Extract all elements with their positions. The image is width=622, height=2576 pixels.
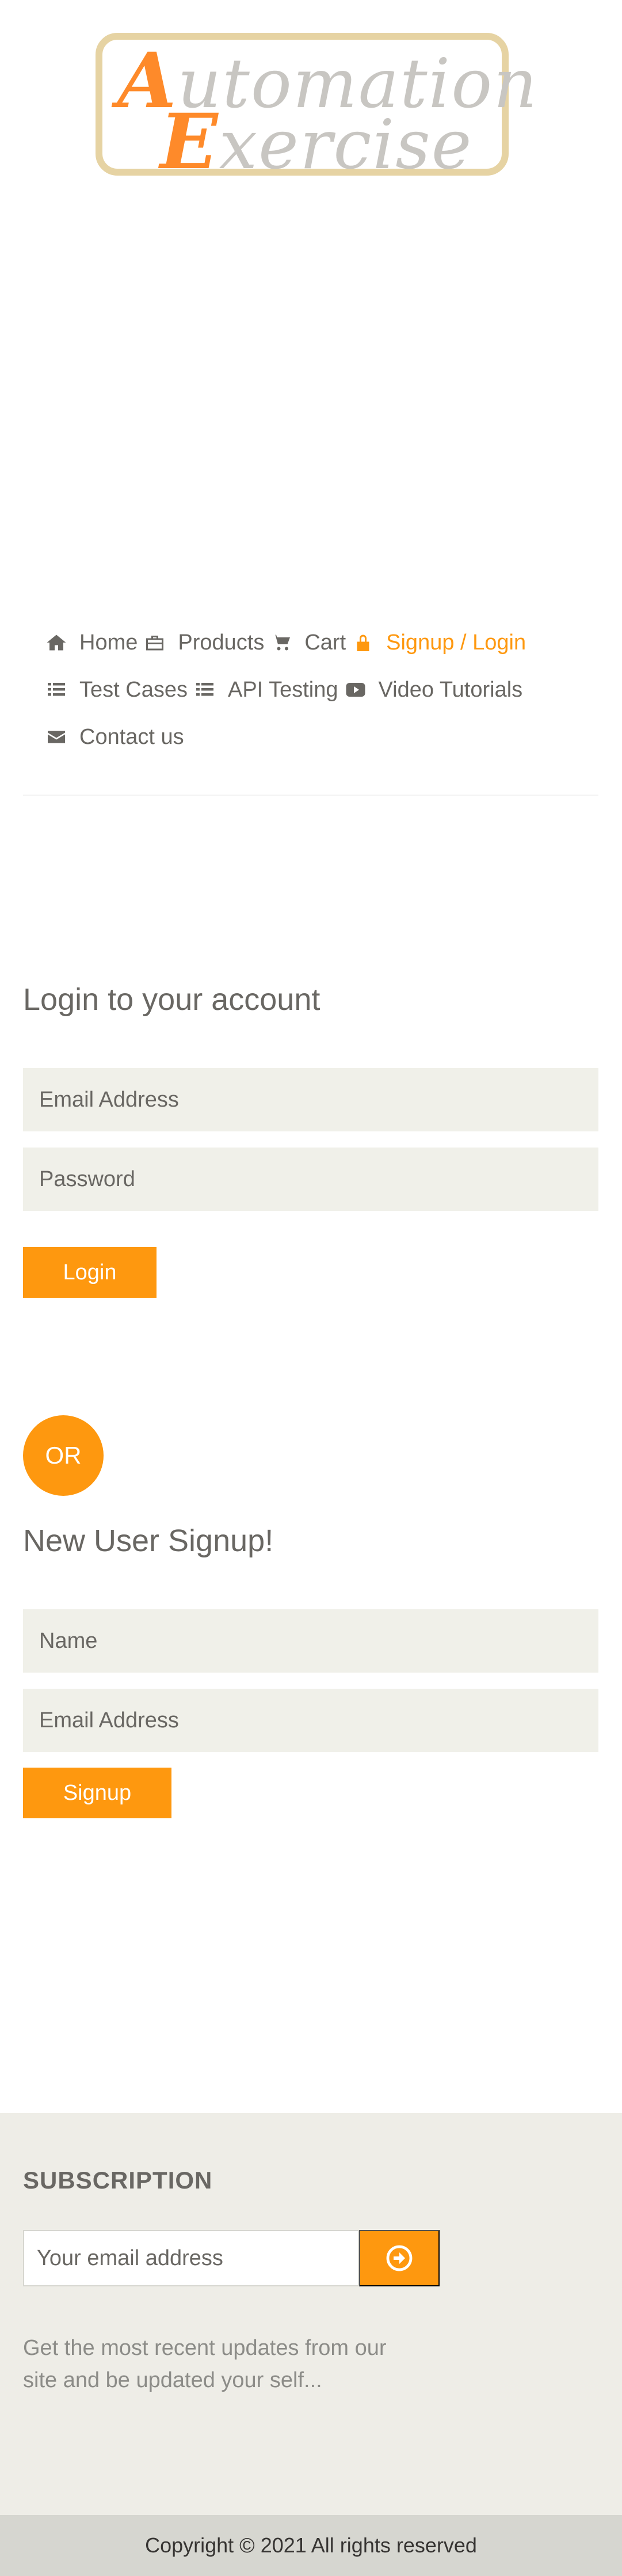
cart-icon [272,634,291,651]
nav-item-api-testing[interactable]: API Testing [194,678,338,702]
logo-rest-2: xercise [219,105,473,184]
nav-item-signup-login[interactable]: Signup / Login [353,630,526,655]
envelope-icon [48,731,65,743]
subscription-title: SUBSCRIPTION [23,2167,213,2194]
copyright-text: Copyright © 2021 All rights reserved [145,2533,477,2557]
footer-bottom-bar: Copyright © 2021 All rights reserved [0,2515,622,2576]
nav-label-products: Products [178,630,265,655]
logo-line-2: Exercise [160,104,473,180]
list-icon [196,683,213,696]
nav-label-test-cases: Test Cases [79,677,188,702]
subscribe-button[interactable] [359,2230,440,2286]
login-button[interactable]: Login [23,1247,157,1298]
or-badge: OR [23,1415,104,1496]
nav-item-test-cases[interactable]: Test Cases [46,678,188,702]
nav-label-video-tutorials: Video Tutorials [378,677,523,702]
nav-item-products[interactable]: Products [144,630,264,655]
site-logo[interactable]: Automation Exercise [96,33,537,180]
signup-email-input[interactable] [23,1689,598,1752]
nav-row-2: Test Cases API Testing Video Tutorials [46,666,587,713]
subscription-email-input[interactable] [23,2230,359,2286]
login-title: Login to your account [23,982,320,1017]
nav-label-signup-login: Signup / Login [386,630,526,655]
lock-icon [357,634,369,651]
subscription-description: Get the most recent updates from our sit… [23,2336,387,2392]
youtube-play-icon [346,683,365,697]
main-nav: Home Products Cart Signup / Login Test C… [46,619,587,761]
nav-label-contact-us: Contact us [79,724,184,749]
signup-name-input[interactable] [23,1609,598,1673]
nav-row-1: Home Products Cart Signup / Login [46,619,587,666]
login-password-input[interactable] [23,1148,598,1211]
arrow-circle-right-icon [386,2245,413,2271]
nav-divider [23,795,598,796]
logo-cap-e: E [160,97,219,187]
nav-item-cart[interactable]: Cart [271,630,346,655]
nav-item-contact-us[interactable]: Contact us [46,725,184,750]
nav-label-cart: Cart [304,630,346,655]
nav-item-home[interactable]: Home [46,630,138,655]
list-icon [48,683,65,696]
nav-row-3: Contact us [46,713,587,761]
nav-label-api-testing: API Testing [227,677,338,702]
nav-label-home: Home [79,630,138,655]
nav-item-video-tutorials[interactable]: Video Tutorials [345,677,523,702]
login-email-input[interactable] [23,1068,598,1131]
signup-button[interactable]: Signup [23,1768,171,1818]
home-icon [47,634,66,651]
briefcase-icon [146,636,164,651]
signup-title: New User Signup! [23,1523,274,1558]
